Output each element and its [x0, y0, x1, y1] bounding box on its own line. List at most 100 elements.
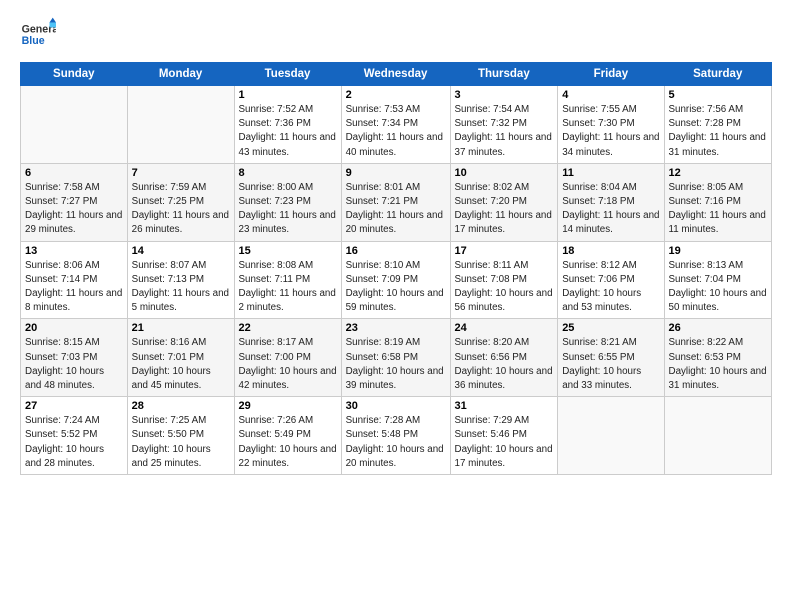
day-info: Sunrise: 7:25 AM Sunset: 5:50 PM Dayligh… — [132, 414, 230, 471]
day-info: Sunrise: 8:06 AM Sunset: 7:14 PM Dayligh… — [25, 259, 123, 316]
day-info: Sunrise: 7:52 AM Sunset: 7:36 PM Dayligh… — [239, 103, 337, 160]
day-info: Sunrise: 7:26 AM Sunset: 5:49 PM Dayligh… — [239, 414, 337, 471]
day-info: Sunrise: 8:10 AM Sunset: 7:09 PM Dayligh… — [346, 259, 446, 316]
week-row-2: 6 Sunrise: 7:58 AM Sunset: 7:27 PM Daylig… — [21, 163, 772, 241]
calendar-cell: 3Sunrise: 7:54 AM Sunset: 7:32 PM Daylig… — [450, 86, 558, 164]
weekday-header-saturday: Saturday — [664, 63, 772, 86]
calendar-cell — [558, 397, 664, 475]
day-info: Sunrise: 7:55 AM Sunset: 7:30 PM Dayligh… — [562, 103, 659, 160]
day-number: 17 — [455, 245, 554, 257]
day-number: 22 — [239, 322, 337, 334]
day-info: Sunrise: 8:13 AM Sunset: 7:04 PM Dayligh… — [669, 259, 768, 316]
day-number: 13 — [25, 245, 123, 257]
day-number: 6 — [25, 167, 123, 179]
week-row-3: 13 Sunrise: 8:06 AM Sunset: 7:14 PM Dayli… — [21, 241, 772, 319]
calendar-cell: 11 Sunrise: 8:04 AM Sunset: 7:18 PM Dayli… — [558, 163, 664, 241]
day-info: Sunrise: 8:20 AM Sunset: 6:56 PM Dayligh… — [455, 336, 554, 393]
day-number: 1 — [239, 89, 337, 101]
day-info: Sunrise: 8:04 AM Sunset: 7:18 PM Dayligh… — [562, 181, 659, 238]
day-number: 20 — [25, 322, 123, 334]
calendar-cell: 24 Sunrise: 8:20 AM Sunset: 6:56 PM Dayli… — [450, 319, 558, 397]
calendar-cell: 22 Sunrise: 8:17 AM Sunset: 7:00 PM Dayli… — [234, 319, 341, 397]
weekday-header-tuesday: Tuesday — [234, 63, 341, 86]
calendar-cell: 25 Sunrise: 8:21 AM Sunset: 6:55 PM Dayli… — [558, 319, 664, 397]
calendar-cell: 2 Sunrise: 7:53 AM Sunset: 7:34 PM Daylig… — [341, 86, 450, 164]
calendar-cell: 8 Sunrise: 8:00 AM Sunset: 7:23 PM Daylig… — [234, 163, 341, 241]
day-info: Sunrise: 8:07 AM Sunset: 7:13 PM Dayligh… — [132, 259, 230, 316]
day-info: Sunrise: 8:01 AM Sunset: 7:21 PM Dayligh… — [346, 181, 446, 238]
weekday-header-row: SundayMondayTuesdayWednesdayThursdayFrid… — [21, 63, 772, 86]
day-info: Sunrise: 7:53 AM Sunset: 7:34 PM Dayligh… — [346, 103, 446, 160]
day-info: Sunrise: 7:54 AM Sunset: 7:32 PM Dayligh… — [455, 103, 554, 160]
calendar-cell — [664, 397, 772, 475]
calendar-cell: 9 Sunrise: 8:01 AM Sunset: 7:21 PM Daylig… — [341, 163, 450, 241]
calendar-cell: 23Sunrise: 8:19 AM Sunset: 6:58 PM Dayli… — [341, 319, 450, 397]
day-info: Sunrise: 8:17 AM Sunset: 7:00 PM Dayligh… — [239, 336, 337, 393]
calendar-cell: 21Sunrise: 8:16 AM Sunset: 7:01 PM Dayli… — [127, 319, 234, 397]
svg-text:Blue: Blue — [22, 35, 45, 47]
day-info: Sunrise: 8:02 AM Sunset: 7:20 PM Dayligh… — [455, 181, 554, 238]
day-number: 28 — [132, 400, 230, 412]
day-number: 8 — [239, 167, 337, 179]
day-info: Sunrise: 7:24 AM Sunset: 5:52 PM Dayligh… — [25, 414, 123, 471]
calendar-cell: 17 Sunrise: 8:11 AM Sunset: 7:08 PM Dayli… — [450, 241, 558, 319]
calendar-cell — [21, 86, 128, 164]
calendar-cell: 28 Sunrise: 7:25 AM Sunset: 5:50 PM Dayli… — [127, 397, 234, 475]
day-number: 18 — [562, 245, 659, 257]
day-number: 7 — [132, 167, 230, 179]
calendar-cell: 30 Sunrise: 7:28 AM Sunset: 5:48 PM Dayli… — [341, 397, 450, 475]
calendar-cell — [127, 86, 234, 164]
calendar-cell: 27 Sunrise: 7:24 AM Sunset: 5:52 PM Dayli… — [21, 397, 128, 475]
day-number: 31 — [455, 400, 554, 412]
day-info: Sunrise: 7:56 AM Sunset: 7:28 PM Dayligh… — [669, 103, 768, 160]
calendar-cell: 1 Sunrise: 7:52 AM Sunset: 7:36 PM Daylig… — [234, 86, 341, 164]
day-info: Sunrise: 7:59 AM Sunset: 7:25 PM Dayligh… — [132, 181, 230, 238]
calendar-cell: 29 Sunrise: 7:26 AM Sunset: 5:49 PM Dayli… — [234, 397, 341, 475]
day-info: Sunrise: 7:58 AM Sunset: 7:27 PM Dayligh… — [25, 181, 123, 238]
weekday-header-thursday: Thursday — [450, 63, 558, 86]
day-number: 12 — [669, 167, 768, 179]
day-info: Sunrise: 8:22 AM Sunset: 6:53 PM Dayligh… — [669, 336, 768, 393]
logo: General Blue — [20, 16, 56, 52]
day-number: 21 — [132, 322, 230, 334]
logo-icon: General Blue — [20, 16, 56, 52]
weekday-header-monday: Monday — [127, 63, 234, 86]
day-number: 2 — [346, 89, 446, 101]
calendar-cell: 31 Sunrise: 7:29 AM Sunset: 5:46 PM Dayli… — [450, 397, 558, 475]
calendar-cell: 6 Sunrise: 7:58 AM Sunset: 7:27 PM Daylig… — [21, 163, 128, 241]
calendar-cell: 5Sunrise: 7:56 AM Sunset: 7:28 PM Daylig… — [664, 86, 772, 164]
day-info: Sunrise: 8:21 AM Sunset: 6:55 PM Dayligh… — [562, 336, 659, 393]
calendar-cell: 26Sunrise: 8:22 AM Sunset: 6:53 PM Dayli… — [664, 319, 772, 397]
day-info: Sunrise: 7:29 AM Sunset: 5:46 PM Dayligh… — [455, 414, 554, 471]
day-number: 25 — [562, 322, 659, 334]
week-row-1: 1 Sunrise: 7:52 AM Sunset: 7:36 PM Daylig… — [21, 86, 772, 164]
day-number: 9 — [346, 167, 446, 179]
day-info: Sunrise: 7:28 AM Sunset: 5:48 PM Dayligh… — [346, 414, 446, 471]
calendar-cell: 10 Sunrise: 8:02 AM Sunset: 7:20 PM Dayli… — [450, 163, 558, 241]
day-number: 27 — [25, 400, 123, 412]
day-number: 10 — [455, 167, 554, 179]
calendar-cell: 12Sunrise: 8:05 AM Sunset: 7:16 PM Dayli… — [664, 163, 772, 241]
day-number: 29 — [239, 400, 337, 412]
day-info: Sunrise: 8:11 AM Sunset: 7:08 PM Dayligh… — [455, 259, 554, 316]
page: General Blue SundayMondayTuesdayWednesda… — [0, 0, 792, 612]
day-info: Sunrise: 8:15 AM Sunset: 7:03 PM Dayligh… — [25, 336, 123, 393]
calendar-cell: 4 Sunrise: 7:55 AM Sunset: 7:30 PM Daylig… — [558, 86, 664, 164]
day-number: 24 — [455, 322, 554, 334]
day-number: 30 — [346, 400, 446, 412]
day-number: 23 — [346, 322, 446, 334]
day-info: Sunrise: 8:00 AM Sunset: 7:23 PM Dayligh… — [239, 181, 337, 238]
calendar-cell: 16 Sunrise: 8:10 AM Sunset: 7:09 PM Dayli… — [341, 241, 450, 319]
day-number: 16 — [346, 245, 446, 257]
day-info: Sunrise: 8:12 AM Sunset: 7:06 PM Dayligh… — [562, 259, 659, 316]
calendar-cell: 19 Sunrise: 8:13 AM Sunset: 7:04 PM Dayli… — [664, 241, 772, 319]
day-number: 4 — [562, 89, 659, 101]
day-number: 19 — [669, 245, 768, 257]
day-number: 11 — [562, 167, 659, 179]
week-row-5: 27 Sunrise: 7:24 AM Sunset: 5:52 PM Dayli… — [21, 397, 772, 475]
weekday-header-wednesday: Wednesday — [341, 63, 450, 86]
day-number: 14 — [132, 245, 230, 257]
header: General Blue — [20, 16, 772, 52]
calendar-cell: 18 Sunrise: 8:12 AM Sunset: 7:06 PM Dayli… — [558, 241, 664, 319]
calendar-cell: 14 Sunrise: 8:07 AM Sunset: 7:13 PM Dayli… — [127, 241, 234, 319]
